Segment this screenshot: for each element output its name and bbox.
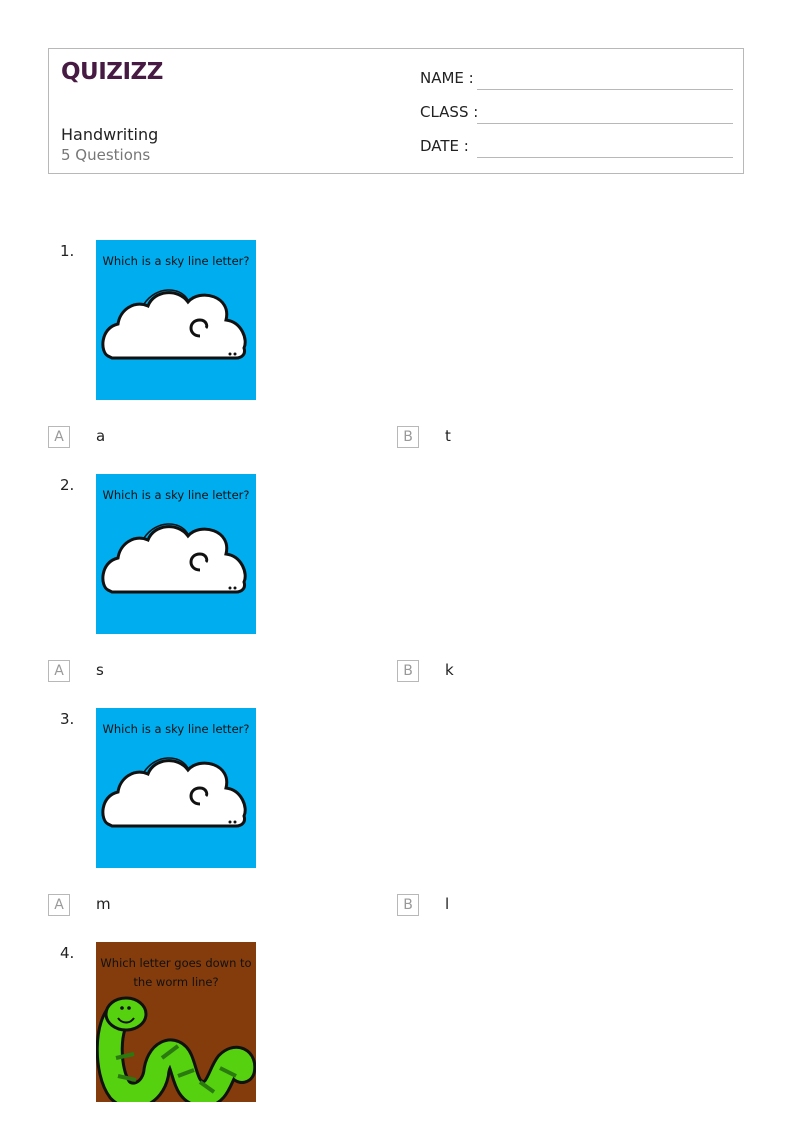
- class-label: CLASS :: [420, 103, 479, 121]
- name-line: [477, 89, 733, 90]
- quizizz-logo: QUIZIZZ: [61, 59, 163, 85]
- option-a-box[interactable]: A: [48, 426, 70, 448]
- name-label: NAME :: [420, 69, 474, 87]
- class-line: [477, 123, 733, 124]
- cloud-icon: [101, 523, 247, 594]
- option-b-text: k: [445, 661, 454, 679]
- cloud-icon: [101, 289, 247, 360]
- date-label: DATE :: [420, 137, 469, 155]
- option-b-box[interactable]: B: [397, 660, 419, 682]
- option-a-box[interactable]: A: [48, 660, 70, 682]
- question-count: 5 Questions: [61, 146, 151, 164]
- option-a-text: m: [96, 895, 111, 913]
- question-image: Which is a sky line letter?: [96, 708, 256, 868]
- question-number: 2.: [60, 476, 75, 494]
- question-number: 4.: [60, 944, 75, 962]
- option-b-box[interactable]: B: [397, 426, 419, 448]
- question-number: 3.: [60, 710, 75, 728]
- option-b-box[interactable]: B: [397, 894, 419, 916]
- date-line: [477, 157, 733, 158]
- cloud-icon: [101, 757, 247, 828]
- option-a-box[interactable]: A: [48, 894, 70, 916]
- question-image: Which is a sky line letter?: [96, 474, 256, 634]
- option-b-text: t: [445, 427, 451, 445]
- question-image: Which is a sky line letter?: [96, 240, 256, 400]
- option-a-text: a: [96, 427, 106, 445]
- option-b-text: l: [445, 895, 450, 913]
- worm-icon: [96, 996, 256, 1102]
- question-number: 1.: [60, 242, 75, 260]
- option-a-text: s: [96, 661, 104, 679]
- worksheet-title: Handwriting: [61, 125, 159, 144]
- question-image: Which letter goes down to the worm line?: [96, 942, 256, 1102]
- worksheet-header: QUIZIZZ Handwriting 5 Questions NAME : C…: [48, 48, 744, 174]
